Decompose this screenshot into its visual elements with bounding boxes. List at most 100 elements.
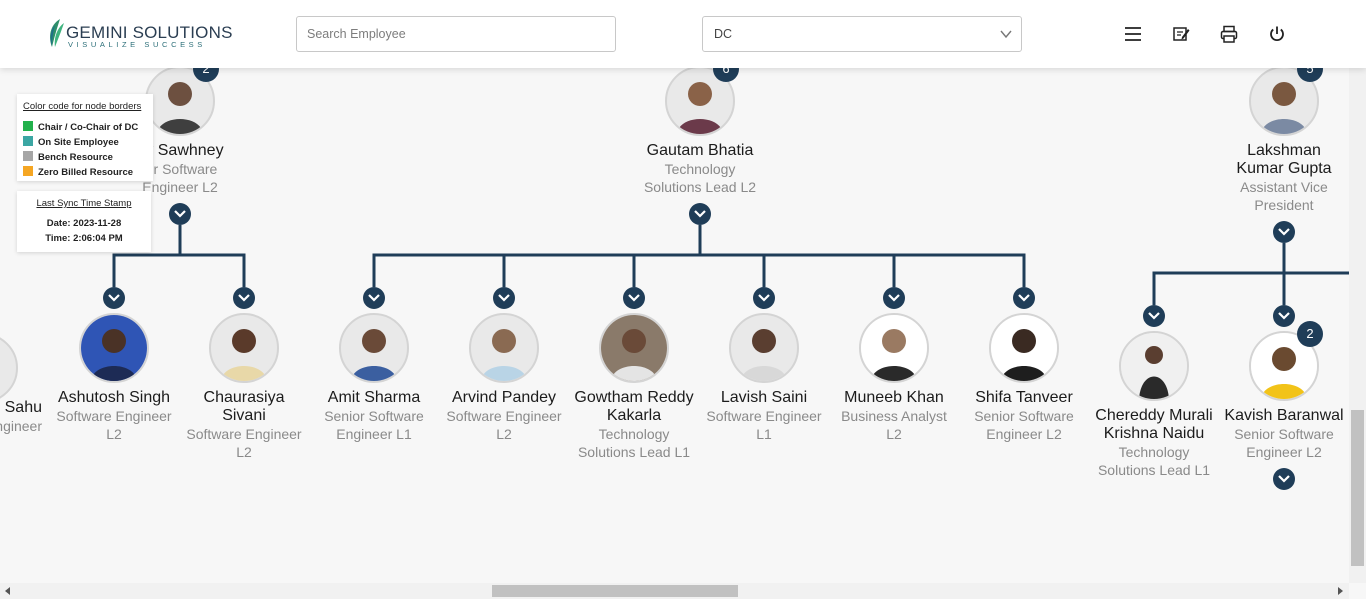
top-header: GEMINI SOLUTIONS VISUALIZE SUCCESS DC — [0, 0, 1366, 68]
employee-role: L2 — [106, 426, 122, 442]
expand-toggle[interactable] — [103, 287, 125, 309]
chevron-down-icon — [1148, 312, 1160, 320]
legend-swatch — [23, 166, 33, 176]
report-icon[interactable] — [1171, 24, 1191, 44]
reports-count-badge: 2 — [1297, 321, 1323, 347]
last-sync-panel: Last Sync Time Stamp Date: 2023-11-28 Ti… — [17, 191, 151, 252]
employee-role: Software Engineer — [186, 426, 302, 442]
company-logo[interactable]: GEMINI SOLUTIONS VISUALIZE SUCCESS — [46, 17, 232, 51]
border-color-legend: Color code for node borders Chair / Co-C… — [17, 94, 153, 181]
employee-role: Solutions Lead L1 — [1097, 462, 1211, 478]
expand-toggle[interactable] — [1013, 287, 1035, 309]
dc-filter-value: DC — [714, 27, 733, 41]
org-node-arvind-pandey[interactable]: Arvind Pandey Software Engineer L2 — [434, 313, 574, 443]
employee-role: Software Engineer — [56, 408, 172, 424]
sync-time: Time: 2:06:04 PM — [45, 233, 123, 244]
menu-icon[interactable] — [1123, 24, 1143, 44]
org-node-chereddy-murali-krishna-naidu[interactable]: Chereddy Murali Krishna Naidu Technology… — [1084, 331, 1224, 479]
chevron-down-icon — [174, 210, 186, 218]
legend-label: Chair / Co-Chair of DC — [38, 122, 139, 133]
power-icon[interactable] — [1267, 24, 1287, 44]
org-node-shifa-tanveer[interactable]: Shifa Tanveer Senior Software Engineer L… — [954, 313, 1094, 443]
avatar — [79, 313, 149, 383]
expand-toggle[interactable] — [883, 287, 905, 309]
expand-toggle[interactable] — [1273, 221, 1295, 243]
logo-leaf-icon — [50, 19, 64, 47]
expand-toggle[interactable] — [363, 287, 385, 309]
legend-item: Zero Billed Resource — [23, 166, 133, 178]
legend-swatch — [23, 136, 33, 146]
scroll-right-arrow-icon[interactable] — [1338, 587, 1343, 595]
employee-role: Senior Software — [974, 408, 1074, 424]
org-node-sahu[interactable]: Sahu ngineer — [0, 333, 42, 435]
employee-role: Software Engineer — [706, 408, 822, 424]
employee-role: L2 — [496, 426, 512, 442]
print-icon[interactable] — [1219, 24, 1239, 44]
employee-role: Senior Software — [1234, 426, 1334, 442]
scroll-left-arrow-icon[interactable] — [5, 587, 10, 595]
expand-toggle[interactable] — [689, 203, 711, 225]
chevron-down-icon — [1018, 294, 1030, 302]
employee-role: Software Engineer — [446, 408, 562, 424]
horizontal-scroll-thumb[interactable] — [492, 585, 738, 597]
expand-toggle[interactable] — [753, 287, 775, 309]
chevron-down-icon — [1278, 475, 1290, 483]
chevron-down-icon — [1278, 312, 1290, 320]
legend-item: On Site Employee — [23, 136, 119, 148]
vertical-scroll-thumb[interactable] — [1351, 410, 1364, 566]
employee-role: Engineer L2 — [986, 426, 1062, 442]
employee-role: President — [1254, 197, 1314, 213]
chevron-down-icon — [368, 294, 380, 302]
employee-role: ngineer — [0, 418, 42, 434]
org-node-ashutosh-singh[interactable]: Ashutosh Singh Software Engineer L2 — [44, 313, 184, 443]
employee-role: Technology — [598, 426, 670, 442]
expand-toggle[interactable] — [623, 287, 645, 309]
employee-role: Solutions Lead L1 — [577, 444, 691, 460]
expand-toggle[interactable] — [1273, 468, 1295, 490]
employee-role: L2 — [886, 426, 902, 442]
employee-name: Arvind Pandey — [451, 389, 557, 406]
legend-label: On Site Employee — [38, 137, 119, 148]
chevron-down-icon — [238, 294, 250, 302]
org-node-lakshman-kumar-gupta[interactable]: Lakshman Kumar Gupta Assistant Vice Pres… — [1214, 66, 1354, 214]
avatar — [209, 313, 279, 383]
expand-toggle[interactable] — [493, 287, 515, 309]
expand-toggle[interactable] — [233, 287, 255, 309]
employee-role: Technology — [664, 161, 736, 177]
chevron-down-icon — [758, 294, 770, 302]
legend-label: Bench Resource — [38, 152, 113, 163]
employee-name: Krishna Naidu — [1103, 425, 1205, 442]
org-node-gautam-bhatia[interactable]: Gautam Bhatia Technology Solutions Lead … — [630, 66, 770, 196]
employee-name: Muneeb Khan — [844, 389, 944, 406]
employee-name: Lavish Saini — [720, 389, 808, 406]
expand-toggle[interactable] — [1273, 305, 1295, 327]
avatar — [989, 313, 1059, 383]
search-employee-input[interactable] — [296, 16, 616, 52]
expand-toggle[interactable] — [169, 203, 191, 225]
legend-swatch — [23, 121, 33, 131]
legend-title: Color code for node borders — [23, 101, 142, 112]
org-node-muneeb-khan[interactable]: Muneeb Khan Business Analyst L2 — [824, 313, 964, 443]
employee-name: Chaurasiya — [203, 389, 285, 406]
org-node-kavish-baranwal[interactable]: Kavish Baranwal Senior Software Engineer… — [1214, 331, 1354, 461]
chevron-down-icon — [1000, 30, 1012, 39]
org-node-chaurasiya-sivani[interactable]: Chaurasiya Sivani Software Engineer L2 — [174, 313, 314, 461]
avatar — [599, 313, 669, 383]
employee-role: Engineer L2 — [1246, 444, 1322, 460]
expand-toggle[interactable] — [1143, 305, 1165, 327]
legend-item: Bench Resource — [23, 151, 113, 163]
chevron-down-icon — [694, 210, 706, 218]
avatar — [859, 313, 929, 383]
chevron-down-icon — [498, 294, 510, 302]
employee-role: Technology — [1118, 444, 1190, 460]
employee-role: Business Analyst — [841, 408, 947, 424]
org-node-lavish-saini[interactable]: Lavish Saini Software Engineer L1 — [694, 313, 834, 443]
avatar — [0, 333, 18, 403]
org-node-gowtham-reddy-kakarla[interactable]: Gowtham Reddy Kakarla Technology Solutio… — [564, 313, 704, 461]
sync-title: Last Sync Time Stamp — [36, 198, 132, 209]
employee-name: Sivani — [222, 407, 266, 424]
chevron-down-icon — [888, 294, 900, 302]
employee-role: Senior Software — [324, 408, 424, 424]
dc-filter-select[interactable]: DC — [702, 16, 1022, 52]
org-node-amit-sharma[interactable]: Amit Sharma Senior Software Engineer L1 — [304, 313, 444, 443]
